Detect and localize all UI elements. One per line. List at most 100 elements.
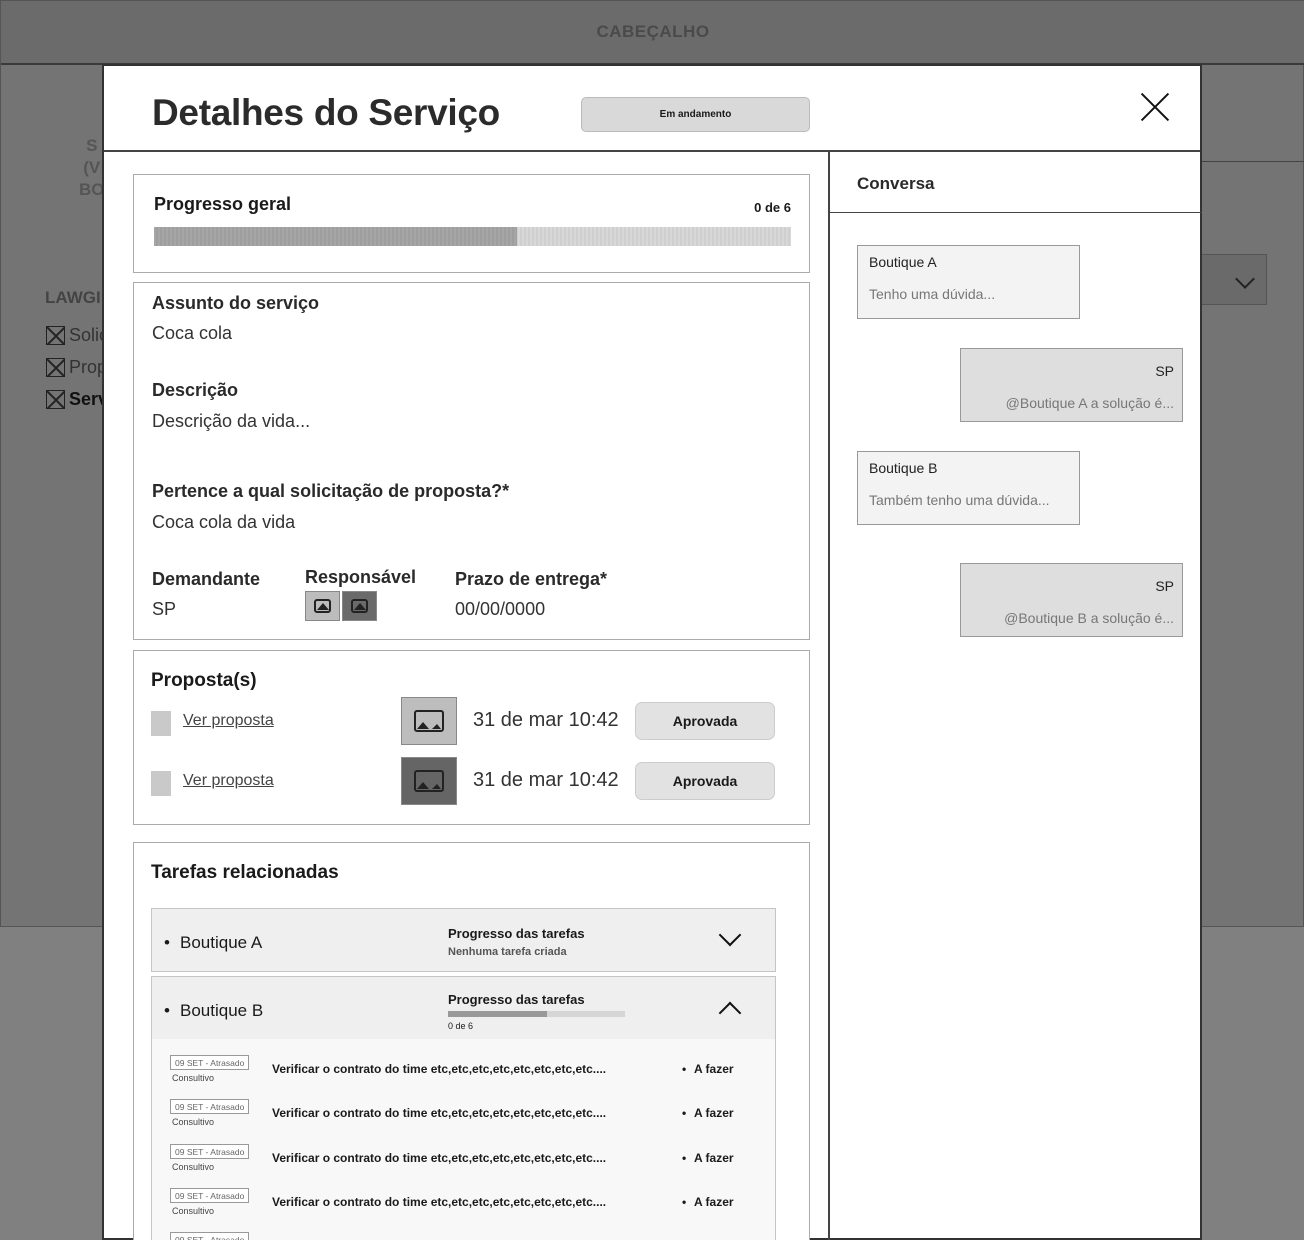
task-progress-bar-fill	[448, 1011, 548, 1017]
chat-title: Conversa	[857, 174, 935, 193]
message-sender: Boutique A	[869, 254, 937, 270]
subject-value: Coca cola	[152, 323, 233, 343]
background-nav-list: Solic Prop Serv	[46, 319, 108, 415]
task-progress-count: 0 de 6	[448, 1021, 474, 1031]
message-text: @Boutique B a solução é...	[1004, 610, 1174, 626]
deadline-value: 00/00/0000	[455, 599, 546, 619]
checkbox-icon	[46, 357, 65, 377]
avatar[interactable]	[305, 591, 340, 621]
proposals-card: Proposta(s) Ver proposta 31 de mar 10:42…	[133, 650, 810, 825]
task-due-chip: 09 SET - Atrasado	[170, 1188, 250, 1203]
message-sender: SP	[1155, 363, 1174, 379]
service-details-modal: Detalhes do Serviço Em andamento Progres…	[102, 64, 1202, 1240]
proposal-request-value: Coca cola da vida	[152, 512, 296, 532]
task-group-boutique-b[interactable]: Boutique B Progresso das tarefas 0 de 6	[151, 976, 776, 1040]
modal-title: Detalhes do Serviço	[152, 92, 500, 133]
task-group-name: Boutique A	[164, 933, 262, 953]
chat-message-outgoing: SP @Boutique A a solução é...	[960, 348, 1183, 422]
close-icon[interactable]	[1140, 92, 1170, 122]
message-text: Tenho uma dúvida...	[869, 286, 996, 302]
task-description: Verificar o contrato do time etc,etc,etc…	[272, 1062, 607, 1076]
proposal-status-button[interactable]: Aprovada	[635, 702, 775, 740]
page-header: CABEÇALHO	[1, 1, 1304, 65]
progress-bar-fill	[154, 227, 518, 246]
task-row[interactable]: 09 SET - Atrasado Consultivo Verificar o…	[152, 1055, 775, 1099]
proposal-row: Ver proposta 31 de mar 10:42 Aprovada	[151, 697, 796, 749]
task-type: Consultivo	[172, 1117, 215, 1127]
message-text: @Boutique A a solução é...	[1005, 395, 1174, 411]
task-progress-title: Progresso das tarefas	[448, 926, 585, 941]
background-side-line: (V	[83, 158, 101, 177]
background-nav-item: Solic	[46, 319, 108, 351]
task-type: Consultivo	[172, 1073, 215, 1083]
avatar[interactable]	[342, 591, 377, 621]
task-due-chip: 09 SET - Atrasado	[170, 1144, 250, 1159]
proposal-date: 31 de mar 10:42	[473, 709, 619, 731]
responsible-label: Responsável	[305, 567, 417, 587]
proposal-file-icon	[151, 771, 171, 796]
description-value: Descrição da vida...	[152, 411, 311, 431]
task-progress-bar	[448, 1011, 625, 1017]
image-icon	[414, 710, 444, 732]
task-type: Consultivo	[172, 1162, 215, 1172]
modal-header: Detalhes do Serviço Em andamento	[104, 66, 1200, 152]
responsible-avatars	[305, 591, 379, 621]
task-row[interactable]: 09 SET - Atrasado Consultivo Verificar o…	[152, 1099, 775, 1143]
chat-message-incoming: Boutique B Também tenho uma dúvida...	[857, 451, 1080, 525]
proposal-status-button[interactable]: Aprovada	[635, 762, 775, 800]
task-description: Verificar o contrato do time etc,etc,etc…	[272, 1151, 607, 1165]
task-due-chip: 09 SET - Atrasado	[170, 1055, 250, 1070]
task-status: A fazer	[682, 1151, 733, 1165]
chat-message-outgoing: SP @Boutique B a solução é...	[960, 563, 1183, 637]
proposal-avatar	[401, 757, 457, 805]
chat-header: Conversa	[830, 152, 1202, 213]
chat-panel: Conversa Boutique A Tenho uma dúvida... …	[828, 152, 1202, 1240]
task-progress-subtitle: Nenhuma tarefa criada	[448, 946, 567, 958]
image-icon	[314, 599, 331, 613]
deadline-label: Prazo de entrega*	[455, 569, 608, 589]
message-sender: SP	[1155, 578, 1174, 594]
task-list: 09 SET - Atrasado Consultivo Verificar o…	[151, 1039, 776, 1240]
service-details-card: Assunto do serviço Coca cola Descrição D…	[133, 282, 810, 640]
background-side-text: S (V BO	[79, 135, 105, 201]
page-header-title: CABEÇALHO	[596, 22, 710, 41]
proposal-date: 31 de mar 10:42	[473, 769, 619, 791]
proposal-file-icon	[151, 711, 171, 736]
tasks-title: Tarefas relacionadas	[151, 862, 339, 883]
related-tasks-card: Tarefas relacionadas Boutique A Progress…	[133, 842, 810, 1240]
proposal-row: Ver proposta 31 de mar 10:42 Aprovada	[151, 757, 796, 809]
description-label: Descrição	[152, 380, 239, 400]
task-row[interactable]: 09 SET - Atrasado	[152, 1232, 775, 1240]
task-group-boutique-a[interactable]: Boutique A Progresso das tarefas Nenhuma…	[151, 908, 776, 972]
chevron-up-icon[interactable]	[718, 1001, 742, 1025]
modal-main-column: Progresso geral 0 de 6 Assunto do serviç…	[104, 152, 828, 1240]
task-description: Verificar o contrato do time etc,etc,etc…	[272, 1195, 607, 1209]
background-side-line: S	[86, 136, 98, 155]
requester-label: Demandante	[152, 569, 261, 589]
task-row[interactable]: 09 SET - Atrasado Consultivo Verificar o…	[152, 1188, 775, 1232]
task-type: Consultivo	[172, 1206, 215, 1216]
progress-label: Progresso geral	[154, 194, 292, 214]
task-row[interactable]: 09 SET - Atrasado Consultivo Verificar o…	[152, 1144, 775, 1188]
background-nav-item: Serv	[46, 383, 108, 415]
chevron-down-icon[interactable]	[718, 923, 742, 947]
task-status: A fazer	[682, 1106, 733, 1120]
chevron-down-icon	[1235, 269, 1255, 289]
task-status: A fazer	[682, 1195, 733, 1209]
task-progress-title: Progresso das tarefas	[448, 992, 585, 1007]
chat-message-incoming: Boutique A Tenho uma dúvida...	[857, 245, 1080, 319]
message-sender: Boutique B	[869, 460, 938, 476]
requester-value: SP	[152, 599, 177, 619]
task-group-name: Boutique B	[164, 1001, 263, 1021]
background-section-label: LAWGI	[45, 288, 101, 307]
task-status: A fazer	[682, 1062, 733, 1076]
view-proposal-link[interactable]: Ver proposta	[183, 772, 274, 790]
view-proposal-link[interactable]: Ver proposta	[183, 712, 274, 730]
task-due-chip: 09 SET - Atrasado	[170, 1099, 250, 1114]
background-side-line: BO	[79, 180, 105, 199]
proposal-request-label: Pertence a qual solicitação de proposta?…	[152, 481, 510, 501]
background-panel	[1201, 65, 1304, 162]
background-select	[1201, 254, 1267, 305]
image-icon	[351, 599, 368, 613]
proposal-avatar	[401, 697, 457, 745]
